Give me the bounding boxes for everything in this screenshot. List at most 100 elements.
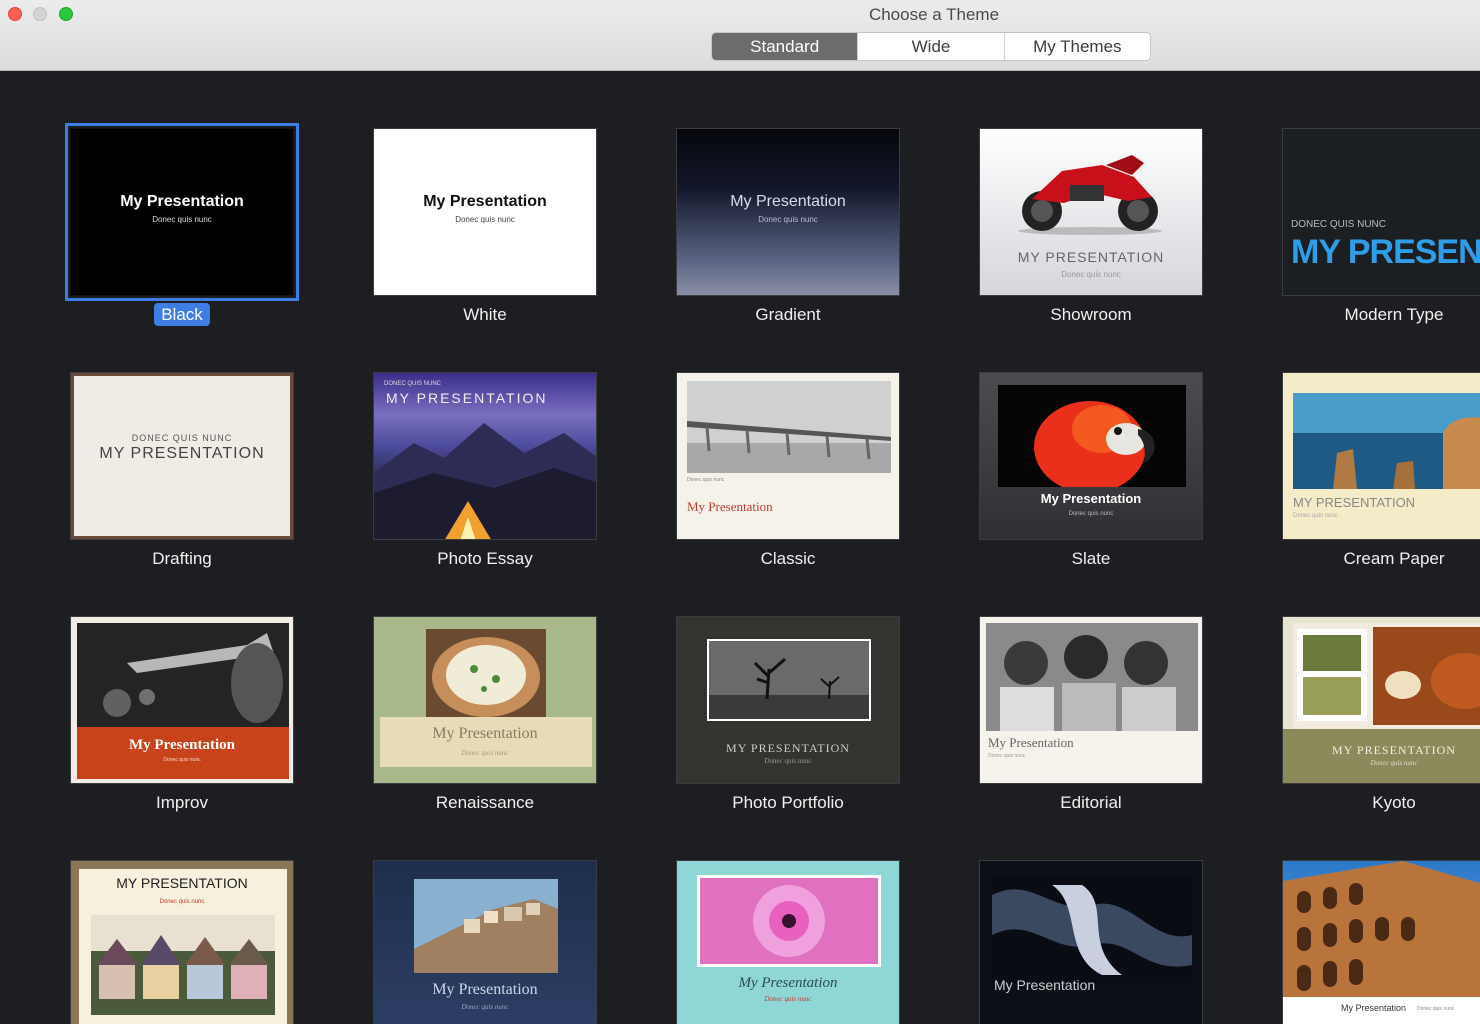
thumb-title: My Presentation — [687, 499, 773, 514]
food-bowl-image — [426, 629, 546, 719]
theme-tile-black[interactable]: My Presentation Donec quis nunc Black — [65, 123, 299, 328]
theme-thumbnail-photo-portfolio[interactable]: MY PRESENTATION Donec quis nunc — [676, 616, 900, 784]
theme-thumbnail-abstract-metal[interactable]: My Presentation — [979, 860, 1203, 1024]
bridge-image — [687, 381, 891, 473]
theme-label-photo-portfolio: Photo Portfolio — [732, 793, 844, 812]
theme-label-kyoto: Kyoto — [1372, 793, 1416, 812]
theme-tile-modern-type[interactable]: DONEC QUIS NUNC MY PRESENTATIO Modern Ty… — [1282, 128, 1480, 328]
thumb-title: My Presentation — [432, 981, 538, 998]
theme-thumbnail-houses[interactable]: MY PRESENTATION Donec quis nunc — [70, 860, 294, 1024]
theme-tile-cream-paper[interactable]: MY PRESENTATION Donec quis nunc Cream Pa… — [1282, 372, 1480, 572]
theme-label-white: White — [463, 305, 507, 324]
theme-label-renaissance: Renaissance — [435, 793, 535, 812]
thumb-subtitle: Donec quis nunc — [455, 215, 515, 224]
thumb-subtitle: DONEC QUIS NUNC — [131, 433, 233, 443]
theme-thumbnail-gradient[interactable]: My Presentation Donec quis nunc — [676, 128, 900, 296]
thumb-title: MY PRESENTATION — [1293, 495, 1416, 510]
theme-tile-colosseum[interactable]: My Presentation Donec quis nunc — [1282, 860, 1480, 1024]
theme-thumbnail-renaissance[interactable]: My Presentation Donec quis nunc — [373, 616, 597, 784]
thumb-title: My Presentation — [730, 193, 846, 210]
thumb-subtitle: Donec quis nunc — [687, 477, 725, 483]
colosseum-image — [1283, 861, 1480, 997]
theme-tile-editorial[interactable]: My Presentation Donec quis nunc Editoria… — [979, 616, 1203, 816]
theme-tile-gradient[interactable]: My Presentation Donec quis nunc Gradient — [676, 128, 900, 328]
theme-tile-improv[interactable]: My Presentation Donec quis nunc Improv — [70, 616, 294, 816]
theme-label-slate: Slate — [1071, 549, 1111, 568]
thumb-title: My Presentation — [994, 977, 1096, 993]
thumb-subtitle: Donec quis nunc — [461, 749, 509, 757]
thumb-title: MY PRESENTATION — [1017, 249, 1165, 265]
theme-tile-kyoto[interactable]: MY PRESENTATION Donec quis nunc Kyoto — [1282, 616, 1480, 816]
motorcycle-image — [1018, 155, 1162, 235]
tab-standard[interactable]: Standard — [712, 33, 858, 60]
thumb-title: MY PRESENTATIO — [1291, 233, 1480, 271]
theme-tile-slate[interactable]: My Presentation Donec quis nunc Slate — [979, 372, 1203, 572]
theme-tile-white[interactable]: My Presentation Donec quis nunc White — [373, 128, 597, 328]
theme-tile-hillside-town[interactable]: My Presentation Donec quis nunc — [373, 860, 597, 1024]
theme-thumbnail-colosseum[interactable]: My Presentation Donec quis nunc — [1282, 860, 1480, 1024]
title-bar: Choose a Theme Standard Wide My Themes — [0, 0, 1480, 71]
flower-image — [697, 875, 881, 967]
theme-tile-showroom[interactable]: MY PRESENTATION Donec quis nunc Showroom — [979, 128, 1203, 328]
theme-thumbnail-flower[interactable]: My Presentation Donec quis nunc — [676, 860, 900, 1024]
thumb-title: My Presentation — [1040, 491, 1142, 506]
tea-image — [1293, 623, 1480, 729]
theme-thumbnail-hillside-town[interactable]: My Presentation Donec quis nunc — [373, 860, 597, 1024]
theme-thumbnail-modern-type[interactable]: DONEC QUIS NUNC MY PRESENTATIO — [1282, 128, 1480, 296]
theme-thumbnail-showroom[interactable]: MY PRESENTATION Donec quis nunc — [979, 128, 1203, 296]
theme-thumbnail-improv[interactable]: My Presentation Donec quis nunc — [70, 616, 294, 784]
theme-thumbnail-white[interactable]: My Presentation Donec quis nunc — [373, 128, 597, 296]
thumb-title: MY PRESENTATION — [386, 390, 548, 406]
thumb-subtitle: Donec quis nunc — [1417, 1006, 1455, 1012]
abstract-metal-image — [992, 875, 1192, 983]
thumb-subtitle: Donec quis nunc — [758, 215, 818, 224]
thumb-subtitle: Donec quis nunc — [461, 1003, 509, 1011]
theme-tile-drafting[interactable]: DONEC QUIS NUNC MY PRESENTATION Drafting — [70, 372, 294, 572]
hillside-town-image — [414, 879, 558, 973]
parrot-image — [998, 385, 1186, 487]
theme-label-showroom: Showroom — [1050, 305, 1132, 324]
theme-thumbnail-editorial[interactable]: My Presentation Donec quis nunc — [979, 616, 1203, 784]
theme-tile-renaissance[interactable]: My Presentation Donec quis nunc Renaissa… — [373, 616, 597, 816]
tab-my-themes[interactable]: My Themes — [1003, 33, 1150, 60]
thumb-title: My Presentation — [120, 193, 244, 210]
thumb-title: My Presentation — [129, 737, 235, 753]
theme-label-drafting: Drafting — [152, 549, 212, 568]
thumb-subtitle: Donec quis nunc — [1370, 759, 1418, 767]
thumb-subtitle: Donec quis nunc — [1061, 270, 1121, 279]
theme-label-photo-essay: Photo Essay — [437, 549, 533, 568]
trees-image — [707, 639, 871, 721]
tab-wide[interactable]: Wide — [857, 33, 1003, 60]
theme-label-improv: Improv — [156, 793, 208, 812]
theme-thumbnail-classic[interactable]: My Presentation Donec quis nunc — [676, 372, 900, 540]
theme-tile-houses[interactable]: MY PRESENTATION Donec quis nunc — [70, 860, 294, 1024]
window-title: Choose a Theme — [868, 5, 1000, 24]
theme-grid: My Presentation Donec quis nunc Black My… — [0, 72, 1480, 1024]
theme-size-segmented-control: Standard Wide My Themes — [711, 32, 1151, 61]
theme-label-classic: Classic — [760, 549, 816, 568]
theme-tile-abstract-metal[interactable]: My Presentation — [979, 860, 1203, 1024]
mountain-tent-image — [374, 423, 596, 539]
thumb-title: My Presentation — [738, 975, 838, 991]
theme-thumbnail-photo-essay[interactable]: DONEC QUIS NUNC MY PRESENTATION — [373, 372, 597, 540]
thumb-title: MY PRESENTATION — [116, 875, 248, 891]
theme-label-modern-type: Modern Type — [1344, 305, 1444, 324]
houses-image — [91, 915, 275, 1015]
theme-thumbnail-drafting[interactable]: DONEC QUIS NUNC MY PRESENTATION — [70, 372, 294, 540]
theme-label-black: Black — [50, 303, 314, 326]
theme-tile-photo-essay[interactable]: DONEC QUIS NUNC MY PRESENTATION Photo Es… — [373, 372, 597, 572]
thumb-subtitle: Donec quis nunc — [1068, 511, 1114, 517]
thumb-title: MY PRESENTATION — [726, 741, 850, 755]
theme-thumbnail-cream-paper[interactable]: MY PRESENTATION Donec quis nunc — [1282, 372, 1480, 540]
theme-label-editorial: Editorial — [1060, 793, 1122, 812]
theme-tile-classic[interactable]: My Presentation Donec quis nunc Classic — [676, 372, 900, 572]
theme-tile-photo-portfolio[interactable]: MY PRESENTATION Donec quis nunc Photo Po… — [676, 616, 900, 816]
theme-thumbnail-slate[interactable]: My Presentation Donec quis nunc — [979, 372, 1203, 540]
thumb-subtitle: Donec quis nunc — [764, 995, 812, 1003]
thumb-subtitle: Donec quis nunc — [988, 753, 1026, 759]
theme-thumbnail-kyoto[interactable]: MY PRESENTATION Donec quis nunc — [1282, 616, 1480, 784]
thumb-subtitle: Donec quis nunc — [163, 757, 201, 763]
theme-tile-flower[interactable]: My Presentation Donec quis nunc — [676, 860, 900, 1024]
theme-thumbnail-black[interactable]: My Presentation Donec quis nunc — [65, 123, 299, 301]
theme-label-cream-paper: Cream Paper — [1343, 549, 1445, 568]
